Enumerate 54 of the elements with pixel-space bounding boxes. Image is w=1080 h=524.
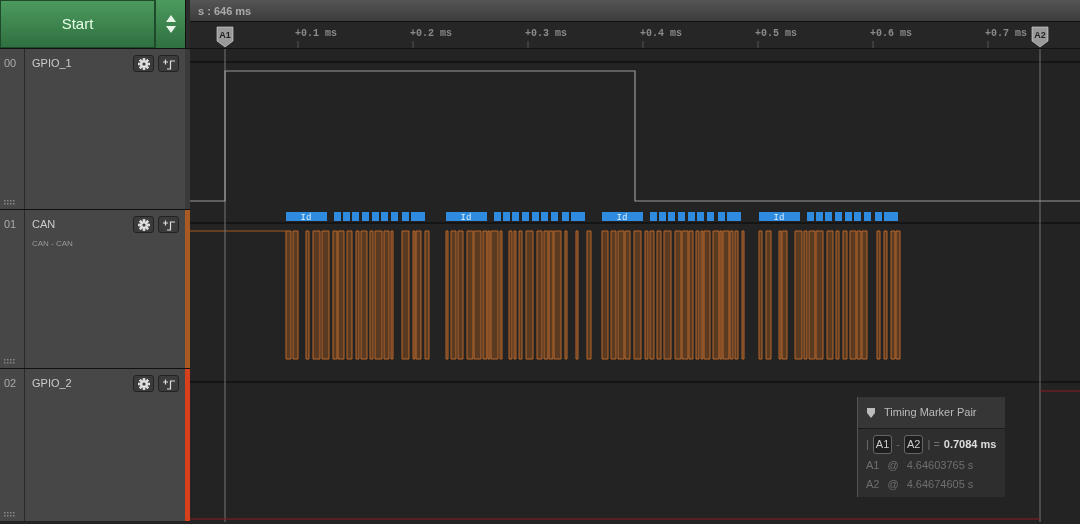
edge-trigger-icon [161, 218, 176, 231]
edge-trigger-icon [161, 57, 176, 70]
decoded-id-frame: Id [602, 212, 643, 223]
marker-tag: A1 [872, 435, 893, 454]
trigger-button[interactable] [158, 375, 179, 392]
at-symbol: @ [887, 457, 899, 473]
channel-name: GPIO_1 [32, 56, 73, 72]
tick-label: +0.7 ms [985, 28, 1027, 39]
tick-label: +0.4 ms [640, 28, 682, 39]
tick-label: +0.3 ms [525, 28, 567, 39]
tick-label: +0.2 ms [410, 28, 452, 39]
marker-flag[interactable]: A2 [1031, 26, 1049, 48]
marker-tag: A2 [904, 435, 924, 454]
gear-icon [137, 377, 150, 390]
delta-value: 0.7084 ms [943, 437, 997, 452]
panel-title: Timing Marker Pair [883, 405, 977, 421]
edge-trigger-icon [161, 377, 176, 390]
channel-number: 02 [4, 376, 18, 391]
marker-label: A2 [866, 477, 880, 492]
grip-icon[interactable] [4, 200, 16, 205]
tick-label: +0.6 ms [870, 28, 912, 39]
time-offset-label: s : 646 ms [190, 0, 1080, 22]
settings-button[interactable] [133, 55, 154, 72]
decoded-id-frame: Id [759, 212, 800, 223]
gear-icon [137, 57, 150, 70]
bar-symbol: | = [927, 437, 940, 452]
settings-button[interactable] [133, 375, 154, 392]
channel-subtitle: CAN - CAN [32, 238, 74, 250]
up-arrow-icon[interactable] [165, 15, 176, 22]
marker-flag[interactable]: A1 [216, 26, 234, 48]
trigger-button[interactable] [158, 216, 179, 233]
marker-label: A1 [866, 457, 880, 473]
trigger-button[interactable] [158, 55, 179, 72]
start-button[interactable]: Start [0, 0, 155, 48]
marker-time: 4.64674605 s [906, 477, 974, 492]
channel-name: CAN [32, 217, 57, 233]
pin-icon [866, 407, 876, 418]
gear-icon [137, 218, 150, 231]
signal-line [1039, 390, 1080, 392]
tick-label: +0.5 ms [755, 28, 797, 39]
grip-icon[interactable] [4, 512, 16, 517]
settings-button[interactable] [133, 216, 154, 233]
channel-number: 00 [4, 56, 18, 71]
decoded-id-frame: Id [286, 212, 327, 223]
channel-name: GPIO_2 [32, 376, 73, 392]
bar-symbol: | [866, 437, 869, 452]
minus-symbol: - [896, 437, 900, 452]
at-symbol: @ [887, 477, 899, 492]
marker-time: 4.64603765 s [906, 457, 974, 473]
tick-label: +0.1 ms [295, 28, 337, 39]
decoded-id-frame: Id [446, 212, 487, 223]
down-arrow-icon[interactable] [165, 26, 176, 33]
channel-number: 01 [4, 217, 18, 232]
grip-icon[interactable] [4, 359, 16, 364]
